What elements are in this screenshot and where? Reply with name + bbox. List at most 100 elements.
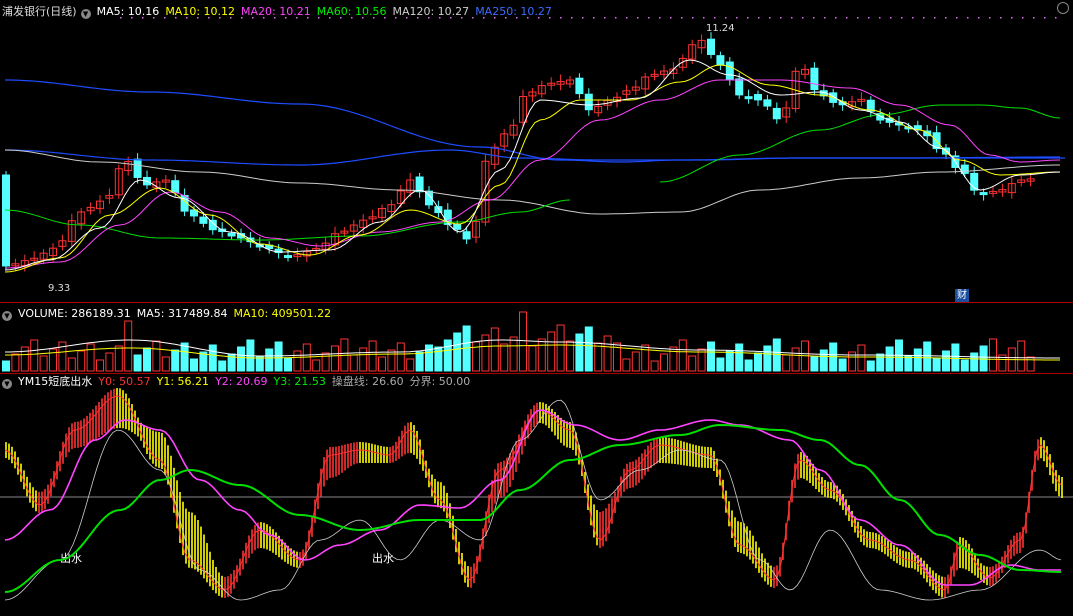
signal-dot [252, 17, 254, 19]
signal-dot [593, 17, 595, 19]
chart-canvas [0, 17, 1073, 601]
volume-bar [932, 357, 941, 372]
volume-bar [1017, 340, 1026, 372]
volume-bar [133, 354, 142, 372]
signal-dot [395, 17, 397, 19]
volume-bar [979, 345, 988, 372]
signal-dot [549, 17, 551, 19]
candle-body [772, 107, 781, 120]
volume-bar [39, 355, 48, 372]
volume-bar [810, 356, 819, 372]
volume-bar [716, 357, 725, 372]
volume-bar [819, 349, 828, 372]
volume-bar [782, 354, 791, 372]
volume-bar [500, 343, 509, 372]
candle-body [735, 78, 744, 96]
volume-bar [951, 343, 960, 372]
signal-dot [362, 17, 364, 19]
signal-dot [747, 17, 749, 19]
volume-bar [885, 346, 894, 372]
candle-body [923, 130, 932, 137]
signal-dot [153, 17, 155, 19]
volume-bar [368, 340, 377, 372]
candle-body [810, 67, 819, 91]
volume-bar [772, 338, 781, 372]
signal-dot [186, 17, 188, 19]
signal-dot [835, 17, 837, 19]
signal-dot [274, 17, 276, 19]
volume-bar [237, 346, 245, 372]
signal-dot [681, 17, 683, 19]
volume-bar [67, 357, 76, 372]
candle-body [584, 93, 593, 111]
signal-dot [428, 17, 430, 19]
volume-bar [152, 340, 161, 372]
signal-dot [582, 17, 584, 19]
volume-bar [199, 351, 208, 372]
signal-dot [538, 17, 540, 19]
signal-dot [1011, 17, 1013, 19]
volume-bar [669, 346, 678, 372]
volume-bar [913, 348, 922, 372]
volume-bar [754, 352, 762, 372]
candle-body [199, 216, 208, 224]
volume-bar [631, 351, 640, 372]
volume-bar [857, 344, 866, 372]
candle-body [453, 223, 462, 230]
volume-bar [876, 353, 885, 372]
candle-body [2, 174, 10, 267]
volume-bar [190, 358, 198, 372]
signal-dot [373, 17, 375, 19]
signal-dot [241, 17, 243, 19]
volume-bar [415, 351, 424, 372]
signal-dot [923, 17, 925, 19]
volume-bar [265, 348, 274, 372]
signal-dot [714, 17, 716, 19]
signal-dot [472, 17, 474, 19]
signal-dot [142, 17, 144, 19]
volume-bar [791, 347, 800, 372]
signal-dot [461, 17, 463, 19]
candle-body [716, 55, 725, 66]
volume-bar [547, 331, 556, 372]
volume-bar [453, 332, 462, 372]
volume-bar [293, 350, 302, 372]
signal-dot [384, 17, 386, 19]
signal-dot [736, 17, 738, 19]
candle-body [133, 158, 142, 178]
volume-bar [603, 335, 612, 372]
signal-dot [879, 17, 881, 19]
volume-bar [349, 354, 358, 372]
volume-bar [387, 349, 396, 372]
signal-dot [824, 17, 826, 19]
signal-dot [439, 17, 441, 19]
signal-dot [615, 17, 617, 19]
volume-bar [509, 336, 518, 372]
signal-dot [417, 17, 419, 19]
volume-bar [725, 350, 734, 372]
volume-bar [622, 358, 631, 372]
volume-bar [472, 341, 480, 372]
y3-line [4, 423, 1062, 593]
volume-bar [735, 343, 744, 372]
signal-dot [120, 17, 122, 19]
signal-dot [934, 17, 936, 19]
volume-bar [274, 341, 283, 372]
candle-body [415, 176, 424, 193]
signal-dot [769, 17, 771, 19]
volume-bar [970, 352, 979, 372]
signal-dot [1033, 17, 1035, 19]
signal-dot [516, 17, 518, 19]
signal-dot [659, 17, 661, 19]
signal-dot [945, 17, 947, 19]
signal-dot [296, 17, 298, 19]
candle-body [575, 77, 584, 95]
signal-dot [450, 17, 452, 19]
signal-dot [967, 17, 969, 19]
volume-bar [678, 339, 687, 372]
volume-bar [688, 355, 697, 372]
signal-dot [978, 17, 980, 19]
signal-dot [1022, 17, 1024, 19]
signal-dot [230, 17, 232, 19]
candle-body [725, 61, 734, 81]
